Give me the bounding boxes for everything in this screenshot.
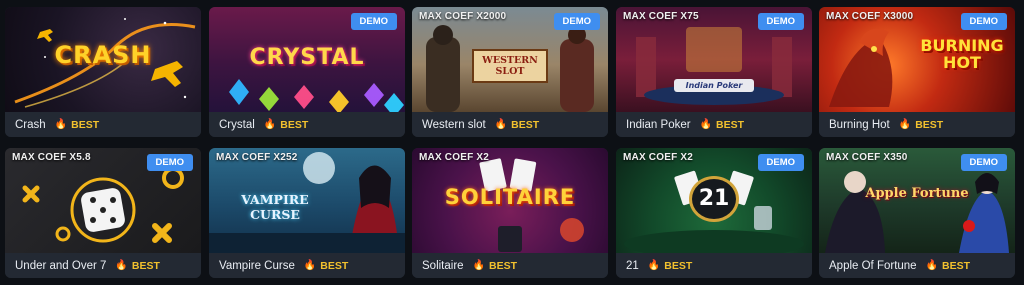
flame-icon: 🔥 bbox=[699, 119, 713, 130]
game-logo: Apple Fortune bbox=[865, 186, 969, 201]
game-title: Vampire Curse bbox=[219, 259, 295, 272]
game-thumbnail: WESTERN SLOT MAX COEF X2000 DEMO bbox=[412, 7, 608, 112]
flame-icon: 🔥 bbox=[898, 119, 912, 130]
game-title: Western slot bbox=[422, 118, 486, 131]
max-coef-label: MAX COEF X5.8 bbox=[12, 152, 91, 163]
flame-icon: 🔥 bbox=[54, 119, 68, 130]
game-title: Under and Over 7 bbox=[15, 259, 107, 272]
game-thumbnail: CRASH bbox=[5, 7, 201, 112]
game-caption: Under and Over 7 🔥 BEST bbox=[5, 253, 201, 278]
demo-badge[interactable]: DEMO bbox=[960, 13, 1007, 30]
game-card-crystal[interactable]: CRYSTAL DEMO Crystal 🔥 BEST bbox=[209, 7, 405, 137]
game-caption: Solitaire 🔥 BEST bbox=[412, 253, 608, 278]
game-caption: Crystal 🔥 BEST bbox=[209, 112, 405, 137]
demo-badge[interactable]: DEMO bbox=[553, 13, 600, 30]
game-card-western-slot[interactable]: WESTERN SLOT MAX COEF X2000 DEMO Western… bbox=[412, 7, 608, 137]
game-logo: CRASH bbox=[54, 41, 152, 69]
game-card-crash[interactable]: CRASH Crash 🔥 BEST bbox=[5, 7, 201, 137]
demo-badge[interactable]: DEMO bbox=[757, 13, 804, 30]
game-caption: Western slot 🔥 BEST bbox=[412, 112, 608, 137]
flame-icon: 🔥 bbox=[263, 119, 277, 130]
best-badge: 🔥 BEST bbox=[494, 118, 540, 131]
best-badge: 🔥 BEST bbox=[303, 259, 349, 272]
game-caption: Crash 🔥 BEST bbox=[5, 112, 201, 137]
game-logo: 21 bbox=[689, 176, 739, 222]
max-coef-label: MAX COEF X75 bbox=[623, 11, 699, 22]
game-card-vampire-curse[interactable]: VAMPIRE CURSE MAX COEF X252 Vampire Curs… bbox=[209, 148, 405, 278]
game-caption: Apple Of Fortune 🔥 BEST bbox=[819, 253, 1015, 278]
best-badge: 🔥 BEST bbox=[472, 259, 518, 272]
game-thumbnail: MAX COEF X5.8 DEMO bbox=[5, 148, 201, 253]
games-grid: CRASH Crash 🔥 BEST CRYSTAL DEMO Crystal … bbox=[0, 0, 1024, 285]
game-logo: Indian Poker bbox=[674, 79, 754, 92]
game-thumbnail: Apple Fortune MAX COEF X350 DEMO bbox=[819, 148, 1015, 253]
best-badge: 🔥 BEST bbox=[263, 118, 309, 131]
max-coef-label: MAX COEF X2 bbox=[419, 152, 489, 163]
game-thumbnail: SOLITAIRE MAX COEF X2 bbox=[412, 148, 608, 253]
demo-badge[interactable]: DEMO bbox=[757, 154, 804, 171]
max-coef-label: MAX COEF X3000 bbox=[826, 11, 914, 22]
game-title: Indian Poker bbox=[626, 118, 691, 131]
flame-icon: 🔥 bbox=[647, 260, 661, 271]
game-caption: 21 🔥 BEST bbox=[616, 253, 812, 278]
max-coef-label: MAX COEF X2 bbox=[623, 152, 693, 163]
game-caption: Indian Poker 🔥 BEST bbox=[616, 112, 812, 137]
best-badge: 🔥 BEST bbox=[115, 259, 160, 272]
game-caption: Burning Hot 🔥 BEST bbox=[819, 112, 1015, 137]
max-coef-label: MAX COEF X350 bbox=[826, 152, 908, 163]
game-thumbnail: Indian Poker MAX COEF X75 DEMO bbox=[616, 7, 812, 112]
game-logo: SOLITAIRE bbox=[444, 185, 576, 209]
demo-badge[interactable]: DEMO bbox=[146, 154, 193, 171]
game-title: Burning Hot bbox=[829, 118, 890, 131]
game-card-burning-hot[interactable]: BURNING HOT MAX COEF X3000 DEMO Burning … bbox=[819, 7, 1015, 137]
demo-badge[interactable]: DEMO bbox=[350, 13, 397, 30]
game-title: Crystal bbox=[219, 118, 255, 131]
game-card-apple-of-fortune[interactable]: Apple Fortune MAX COEF X350 DEMO Apple O… bbox=[819, 148, 1015, 278]
max-coef-label: MAX COEF X252 bbox=[216, 152, 298, 163]
game-card-solitaire[interactable]: SOLITAIRE MAX COEF X2 Solitaire 🔥 BEST bbox=[412, 148, 608, 278]
game-title: Apple Of Fortune bbox=[829, 259, 917, 272]
game-thumbnail: BURNING HOT MAX COEF X3000 DEMO bbox=[819, 7, 1015, 112]
game-title: Solitaire bbox=[422, 259, 464, 272]
game-logo: VAMPIRE CURSE bbox=[241, 192, 309, 222]
max-coef-label: MAX COEF X2000 bbox=[419, 11, 507, 22]
game-card-under-and-over-7[interactable]: MAX COEF X5.8 DEMO Under and Over 7 🔥 BES… bbox=[5, 148, 201, 278]
game-logo: BURNING HOT bbox=[920, 36, 1004, 72]
game-thumbnail: VAMPIRE CURSE MAX COEF X252 bbox=[209, 148, 405, 253]
best-badge: 🔥 BEST bbox=[925, 259, 971, 272]
best-badge: 🔥 BEST bbox=[699, 118, 745, 131]
game-card-21[interactable]: 21 MAX COEF X2 DEMO 21 🔥 BEST bbox=[616, 148, 812, 278]
game-caption: Vampire Curse 🔥 BEST bbox=[209, 253, 405, 278]
game-title: Crash bbox=[15, 118, 46, 131]
flame-icon: 🔥 bbox=[472, 260, 486, 271]
best-badge: 🔥 BEST bbox=[54, 118, 100, 131]
flame-icon: 🔥 bbox=[494, 119, 508, 130]
flame-icon: 🔥 bbox=[115, 260, 128, 271]
game-thumbnail: CRYSTAL DEMO bbox=[209, 7, 405, 112]
flame-icon: 🔥 bbox=[303, 260, 317, 271]
best-badge: 🔥 BEST bbox=[898, 118, 944, 131]
game-card-indian-poker[interactable]: Indian Poker MAX COEF X75 DEMO Indian Po… bbox=[616, 7, 812, 137]
game-thumbnail: 21 MAX COEF X2 DEMO bbox=[616, 148, 812, 253]
game-logo: CRYSTAL bbox=[249, 45, 365, 70]
game-title: 21 bbox=[626, 259, 639, 272]
best-badge: 🔥 BEST bbox=[647, 259, 693, 272]
flame-icon: 🔥 bbox=[925, 260, 939, 271]
game-logo: WESTERN SLOT bbox=[472, 49, 548, 83]
demo-badge[interactable]: DEMO bbox=[960, 154, 1007, 171]
